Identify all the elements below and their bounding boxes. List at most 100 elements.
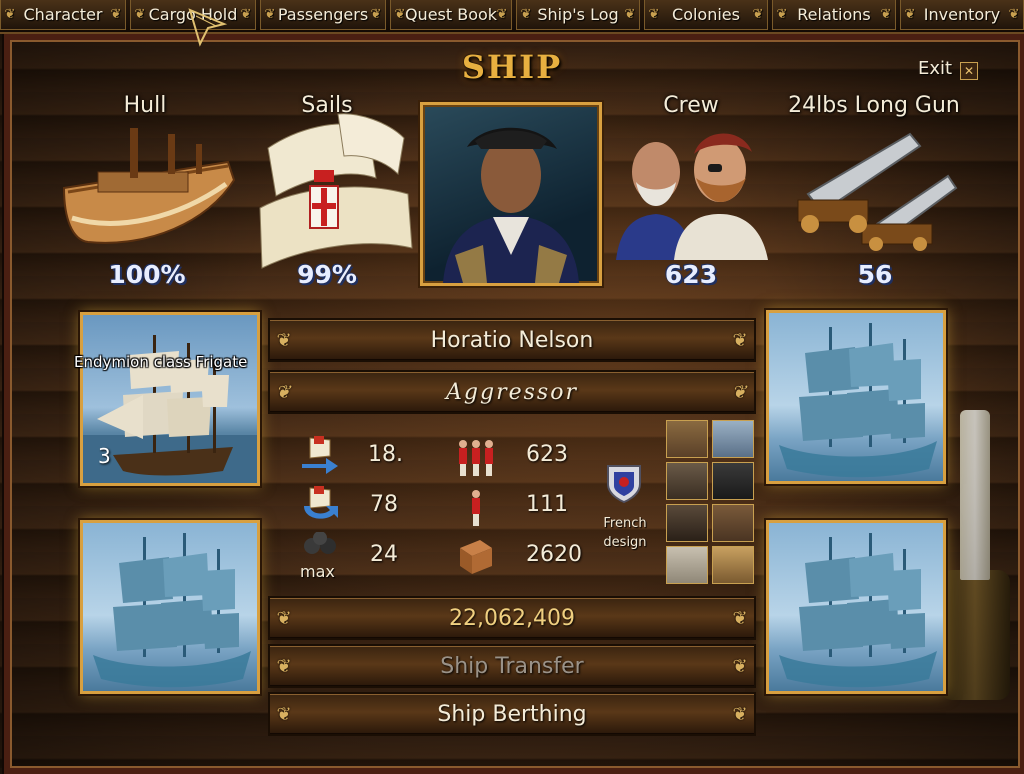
upgrade-slot-planks[interactable] xyxy=(666,420,708,458)
crew-icon[interactable] xyxy=(612,118,772,260)
top-tab-bar: ❦ Character ❦ ❦ Cargo Hold ❦ ❦ Passenger… xyxy=(0,0,1024,34)
ship-name: Aggressor xyxy=(446,379,578,405)
captain-name: Horatio Nelson xyxy=(430,327,594,353)
cannon-count: 56 xyxy=(857,260,893,289)
tab-label: Inventory xyxy=(923,5,1001,24)
design-label-line1: French xyxy=(603,516,647,531)
ship-berthing-label: Ship Berthing xyxy=(437,701,587,727)
design-label: French design xyxy=(596,514,654,552)
ship-count: 3 xyxy=(98,444,111,468)
ship-transfer-button[interactable]: ❦ Ship Transfer ❦ xyxy=(268,644,756,688)
upgrade-slot-rigging[interactable] xyxy=(666,546,708,584)
ornament-icon: ❦ xyxy=(394,7,406,22)
money-value: 22,062,409 xyxy=(449,605,575,631)
speed-value: 18. xyxy=(368,442,403,467)
empty-ship-slot-right-bottom[interactable] xyxy=(766,520,946,694)
cursor-icon xyxy=(188,8,228,47)
cannons-value: 24 xyxy=(370,542,398,567)
cannon-label: 24lbs Long Gun xyxy=(788,93,960,118)
empty-ship-slot-right-top[interactable] xyxy=(766,310,946,484)
ornament-icon: ❦ xyxy=(264,7,276,22)
exit-label[interactable]: Exit xyxy=(918,58,952,79)
ghost-ship-icon xyxy=(93,533,251,688)
ghost-ship-icon xyxy=(779,533,937,688)
cannon-icon[interactable] xyxy=(788,120,964,252)
screen-title: SHIP xyxy=(461,48,563,86)
crew-label: Crew xyxy=(663,93,719,118)
money-bar: ❦ 22,062,409 ❦ xyxy=(268,596,756,640)
ornament-icon: ❦ xyxy=(110,7,122,22)
ornament-icon: ❦ xyxy=(776,7,788,22)
tab-character[interactable]: ❦ Character ❦ xyxy=(0,0,126,30)
crew-min-icon xyxy=(472,490,480,526)
ornament-icon: ❦ xyxy=(904,7,916,22)
sails-icon[interactable] xyxy=(248,108,418,273)
ornament-icon: ❦ xyxy=(275,382,293,403)
cargo-crate-icon xyxy=(460,540,492,574)
ornament-icon: ❦ xyxy=(732,704,748,725)
captain-figure xyxy=(443,127,579,283)
tab-label: Colonies xyxy=(672,5,740,24)
ship-class-label: Endymion class Frigate xyxy=(74,353,248,371)
ornament-icon: ❦ xyxy=(752,7,764,22)
captain-portrait[interactable] xyxy=(420,102,602,286)
hull-label: Hull xyxy=(123,93,167,118)
ornament-icon: ❦ xyxy=(732,330,748,351)
captain-name-bar: ❦ Horatio Nelson ❦ xyxy=(268,318,756,362)
ornament-icon: ❦ xyxy=(276,704,292,725)
hull-value: 100% xyxy=(108,260,186,289)
capacity-value: 2620 xyxy=(526,542,582,567)
nation-crest-icon xyxy=(607,465,641,504)
tab-label: Character xyxy=(23,5,103,24)
upgrade-slot-ship[interactable] xyxy=(712,420,754,458)
upgrade-slot-cannon[interactable] xyxy=(666,462,708,500)
ship-berthing-button[interactable]: ❦ Ship Berthing ❦ xyxy=(268,692,756,736)
ornament-icon: ❦ xyxy=(276,656,292,677)
upgrade-slot-sails[interactable] xyxy=(712,462,754,500)
tab-label: Passengers xyxy=(277,5,369,24)
ornament-icon: ❦ xyxy=(276,608,292,629)
ornament-icon: ❦ xyxy=(134,7,146,22)
upgrade-slot-boat[interactable] xyxy=(712,546,754,584)
ship-transfer-label: Ship Transfer xyxy=(440,653,584,679)
design-label-line2: design xyxy=(603,535,647,550)
ghost-ship-icon xyxy=(779,323,937,478)
ornament-icon: ❦ xyxy=(731,382,749,403)
crew-value: 623 xyxy=(664,260,718,289)
ornament-icon: ❦ xyxy=(732,608,748,629)
ornament-icon: ❦ xyxy=(520,7,532,22)
tab-label: Relations xyxy=(797,5,871,24)
tab-relations[interactable]: ❦ Relations ❦ xyxy=(772,0,896,30)
hull-icon[interactable] xyxy=(58,122,236,252)
turn-value: 78 xyxy=(370,492,398,517)
ornament-icon: ❦ xyxy=(496,7,508,22)
upgrade-slot-hull[interactable] xyxy=(666,504,708,542)
ornament-icon: ❦ xyxy=(1008,7,1020,22)
maneuverability-icon xyxy=(304,486,338,519)
ornament-icon: ❦ xyxy=(880,7,892,22)
crew-min-value: 111 xyxy=(526,492,568,517)
cannons-max-caption: max xyxy=(300,562,335,581)
ornament-icon: ❦ xyxy=(240,7,252,22)
tab-label: Quest Book xyxy=(404,5,498,24)
ornament-icon: ❦ xyxy=(648,7,660,22)
ornament-icon: ❦ xyxy=(370,7,382,22)
tab-label: Ship's Log xyxy=(537,5,619,24)
tab-ships-log[interactable]: ❦ Ship's Log ❦ xyxy=(516,0,640,30)
ornament-icon: ❦ xyxy=(4,7,16,22)
tab-passengers[interactable]: ❦ Passengers ❦ xyxy=(260,0,386,30)
empty-ship-slot-left[interactable] xyxy=(80,520,260,694)
crew-max-value: 623 xyxy=(526,442,568,467)
ornament-icon: ❦ xyxy=(732,656,748,677)
ornament-icon: ❦ xyxy=(276,330,292,351)
close-icon[interactable]: ✕ xyxy=(960,62,978,80)
upgrade-slot-deck[interactable] xyxy=(712,504,754,542)
speed-icon xyxy=(302,436,338,474)
tab-colonies[interactable]: ❦ Colonies ❦ xyxy=(644,0,768,30)
sails-value: 99% xyxy=(297,260,357,289)
ornament-icon: ❦ xyxy=(624,7,636,22)
ship-name-bar[interactable]: ❦ Aggressor ❦ xyxy=(268,370,756,414)
tab-quest-book[interactable]: ❦ Quest Book ❦ xyxy=(390,0,512,30)
tab-inventory[interactable]: ❦ Inventory ❦ xyxy=(900,0,1024,30)
crew-max-icon xyxy=(459,440,493,476)
